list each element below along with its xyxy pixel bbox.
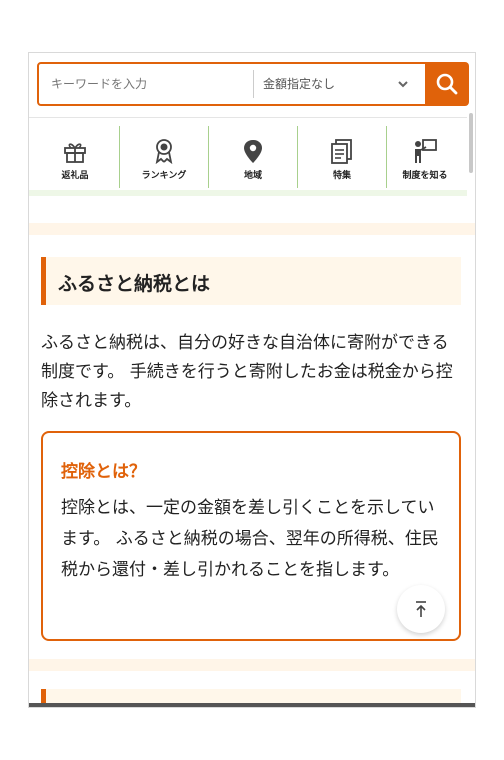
app-frame: 金額指定なし 返礼品 xyxy=(28,52,476,708)
card-body: 控除とは、一定の金額を差し引くことを示しています。 ふるさと納税の場合、翌年の所… xyxy=(61,498,439,580)
nav-item-features[interactable]: 特集 xyxy=(298,124,386,184)
chevron-down-icon[interactable] xyxy=(397,78,409,90)
search-separator xyxy=(253,70,254,98)
section-band xyxy=(29,223,475,235)
search-box: 金額指定なし xyxy=(37,62,427,106)
gift-icon xyxy=(64,143,86,163)
section-heading: ふるさと納税とは xyxy=(41,257,461,305)
nav-label: 制度を知る xyxy=(402,171,448,181)
nav-label: ランキング xyxy=(141,171,187,181)
search-button[interactable] xyxy=(425,62,469,106)
search-icon xyxy=(436,73,458,95)
nav-item-gifts[interactable]: 返礼品 xyxy=(31,124,119,184)
nav-bottom-strip xyxy=(29,190,467,196)
ribbon-medal-icon xyxy=(155,139,173,164)
nav-item-ranking[interactable]: ランキング xyxy=(120,124,208,184)
keyword-input[interactable] xyxy=(51,64,241,104)
document-icon xyxy=(331,139,352,164)
map-pin-icon xyxy=(244,140,262,163)
page-title: ふるさと納税とは xyxy=(58,273,211,295)
search-bar: 金額指定なし xyxy=(37,62,469,106)
scrollbar[interactable] xyxy=(469,113,473,173)
nav-item-region[interactable]: 地域 xyxy=(209,124,297,184)
category-nav: 返礼品 ランキング 地域 特集 制度を知る xyxy=(29,117,469,196)
nav-label: 特集 xyxy=(332,171,351,181)
card-title: 控除とは？ xyxy=(61,462,146,482)
intro-paragraph: ふるさと納税は、自分の好きな自治体に寄附ができる制度です。 手続きを行うと寄附し… xyxy=(41,333,453,411)
section-band xyxy=(29,659,475,671)
bottom-bar xyxy=(29,703,475,707)
nav-item-learn-system[interactable]: 制度を知る xyxy=(381,124,469,184)
nav-label: 返礼品 xyxy=(61,171,89,181)
arrow-up-icon xyxy=(416,601,426,617)
amount-select[interactable]: 金額指定なし xyxy=(263,64,335,104)
teacher-board-icon xyxy=(415,139,437,163)
nav-label: 地域 xyxy=(243,171,262,181)
back-to-top-button[interactable] xyxy=(397,585,445,633)
